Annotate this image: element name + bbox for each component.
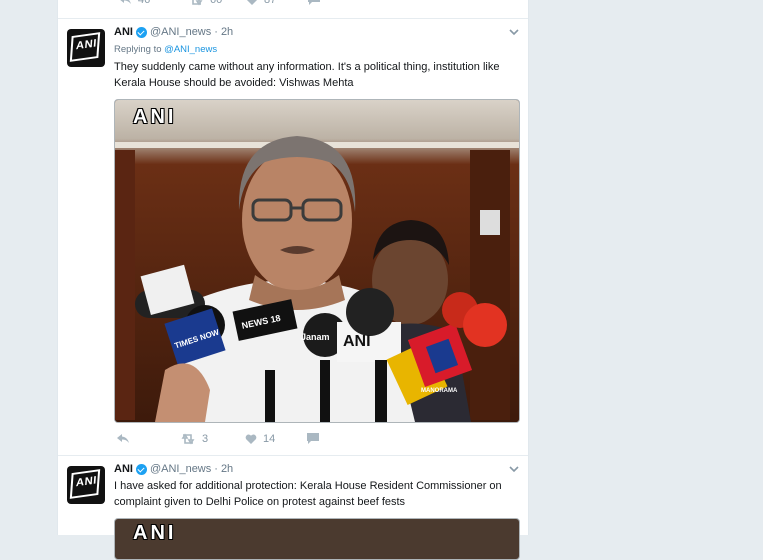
retweet-icon — [192, 0, 203, 6]
chevron-down-icon[interactable] — [509, 464, 519, 474]
retweet-icon — [181, 433, 195, 445]
heart-icon — [247, 0, 257, 5]
separator-dot: · — [214, 26, 218, 38]
verified-icon — [135, 26, 147, 38]
ani-logo: ANI — [69, 469, 101, 499]
media-watermark: ANI — [133, 522, 177, 544]
author-name[interactable]: ANI — [114, 26, 133, 38]
tweet[interactable]: ANI ANI @ANI_news · 2h I have asked for … — [58, 456, 528, 560]
tweet[interactable]: ANI ANI @ANI_news · 2h Replying to @ANI_… — [58, 19, 528, 455]
reply-icon — [117, 434, 129, 443]
author-name[interactable]: ANI — [114, 463, 133, 475]
reply-icon — [120, 0, 131, 4]
avatar[interactable]: ANI — [67, 29, 105, 67]
envelope-icon — [307, 433, 319, 444]
timestamp[interactable]: 2h — [221, 26, 233, 38]
like-action[interactable]: 14 — [245, 433, 275, 445]
separator-dot: · — [214, 463, 218, 475]
tweet-text: I have asked for additional protection: … — [114, 480, 502, 508]
envelope-icon — [308, 0, 320, 5]
retweet-action[interactable]: 60 — [188, 0, 222, 6]
replying-to-label: Replying to — [114, 44, 162, 55]
press-conference-image: ANI NEWS 18 TIMES NOW Janam MANORAMA — [115, 100, 519, 422]
heart-icon — [245, 434, 257, 444]
retweet-action[interactable]: 3 — [180, 433, 208, 445]
dm-action[interactable] — [308, 0, 320, 5]
mic-label-ani: ANI — [343, 333, 371, 350]
like-count: 14 — [263, 433, 276, 445]
reply-action[interactable] — [116, 433, 130, 445]
tweet-header: ANI @ANI_news · 2h — [114, 463, 233, 475]
mic-label-janam: Janam — [301, 332, 330, 342]
avatar[interactable]: ANI — [67, 466, 105, 504]
chevron-down-icon[interactable] — [509, 27, 519, 37]
mic-label-manorama: MANORAMA — [421, 388, 458, 394]
ani-logo: ANI — [69, 32, 101, 62]
dm-action[interactable] — [307, 433, 319, 444]
like-action[interactable]: 87 — [246, 0, 276, 6]
like-count: 87 — [264, 0, 277, 6]
tweet-media[interactable]: ANI NEWS 18 TIMES NOW Janam MANORAMA ANI — [114, 99, 520, 423]
retweet-count: 3 — [202, 433, 209, 445]
tweet-header: ANI @ANI_news · 2h — [114, 26, 233, 38]
retweet-count: 60 — [210, 0, 223, 6]
media-watermark: ANI — [133, 106, 177, 128]
verified-icon — [135, 463, 147, 475]
tweet-media[interactable]: ANI — [114, 518, 520, 560]
author-handle[interactable]: @ANI_news — [150, 26, 211, 38]
reply-action[interactable]: 46 — [118, 0, 150, 6]
author-handle[interactable]: @ANI_news — [150, 463, 211, 475]
replying-to: Replying to @ANI_news — [114, 44, 217, 55]
timestamp[interactable]: 2h — [221, 463, 233, 475]
timeline-column: 46 60 87 ANI ANI @ANI_news · 2h Replying… — [57, 0, 529, 560]
reply-count: 46 — [138, 0, 151, 6]
reply-handle-link[interactable]: @ANI_news — [164, 44, 217, 55]
tweet-text: They suddenly came without any informati… — [114, 61, 500, 89]
